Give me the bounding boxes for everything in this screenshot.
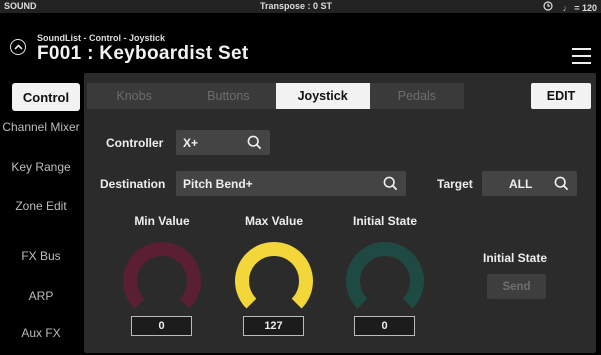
initial-state-knob-label: Initial State [352,214,417,228]
sidebar-item-label: Channel Mixer [2,120,80,134]
sidebar-item-zone-edit[interactable]: Zone Edit [0,200,82,213]
destination-value: Pitch Bend+ [183,176,253,191]
search-icon [243,132,265,154]
breadcrumb: SoundList - Control - Joystick [37,33,166,43]
initial-state-knob[interactable] [340,231,430,321]
target-label: Target [437,177,473,191]
transpose-label: Transpose : 0 ST [260,1,333,11]
tempo-label: ♩ = 120 [562,2,597,13]
destination-label: Destination [100,177,166,191]
chevron-up-icon [13,44,23,50]
tab-bar: Knobs Buttons Joystick Pedals [87,83,464,109]
tab-knobs[interactable]: Knobs [87,83,181,109]
sidebar-item-label: Zone Edit [15,199,67,213]
menu-icon[interactable] [572,48,591,64]
sidebar-item-label: Key Range [11,160,71,174]
max-value-label: Max Value [244,214,304,228]
tab-pedals[interactable]: Pedals [370,83,464,109]
back-button[interactable] [10,39,26,55]
send-button[interactable]: Send [487,274,546,299]
sidebar-item-fx-bus[interactable]: FX Bus [0,250,82,263]
sidebar-item-channel-mixer[interactable]: Channel Mixer [0,121,82,134]
initial-state-label: Initial State [483,251,548,265]
max-value-field[interactable]: 127 [243,316,304,336]
sidebar-item-arp[interactable]: ARP [0,290,82,303]
controller-value: X+ [183,135,199,150]
sidebar: Control Channel Mixer Key Range Zone Edi… [0,68,86,355]
sidebar-item-key-range[interactable]: Key Range [0,161,82,174]
page-title: F001 : Keyboardist Set [37,43,249,64]
controller-field[interactable]: X+ [176,130,270,155]
min-value-label: Min Value [134,214,190,228]
tab-buttons[interactable]: Buttons [181,83,275,109]
min-value-field[interactable]: 0 [131,316,192,336]
search-icon [550,173,572,195]
header: SoundList - Control - Joystick F001 : Ke… [0,13,601,68]
status-bar: SOUND Transpose : 0 ST ♩ = 120 [0,0,601,13]
edit-button[interactable]: EDIT [531,83,591,109]
target-value: ALL [509,176,533,191]
initial-state-field[interactable]: 0 [354,316,415,336]
sidebar-item-aux-fx[interactable]: Aux FX [0,327,82,340]
tab-joystick[interactable]: Joystick [275,83,370,109]
controller-label: Controller [106,136,164,150]
search-icon [379,173,401,195]
target-field[interactable]: ALL [482,171,577,196]
destination-field[interactable]: Pitch Bend+ [176,171,406,196]
max-value-knob[interactable] [229,231,319,321]
min-value-knob[interactable] [117,231,207,321]
sidebar-item-control[interactable]: Control [12,83,80,111]
mode-label: SOUND [4,1,37,11]
